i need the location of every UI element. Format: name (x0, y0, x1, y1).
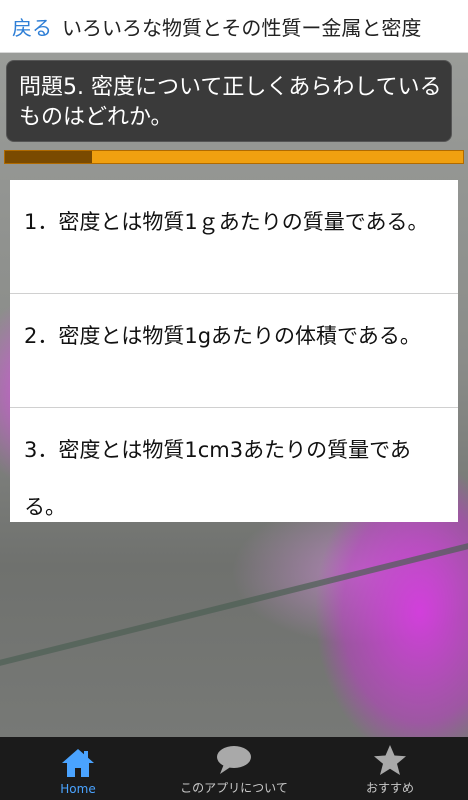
answer-list: 1．密度とは物質1ｇあたりの質量である。 2．密度とは物質1gあたりの体積である… (10, 180, 458, 522)
bottom-nav: Home このアプリについて おすすめ (0, 737, 468, 800)
question-panel: 問題5. 密度について正しくあらわしているものはどれか。 (6, 60, 452, 142)
speech-bubble-icon (217, 746, 251, 774)
answer-option-3[interactable]: 3．密度とは物質1cm3あたりの質量である。 (10, 408, 458, 522)
answer-option-2[interactable]: 2．密度とは物質1gあたりの体積である。 (10, 294, 458, 408)
home-icon (62, 749, 94, 777)
nav-item-about[interactable]: このアプリについて (156, 737, 312, 800)
star-icon (374, 745, 406, 775)
nav-label-home: Home (60, 782, 96, 796)
answer-option-1[interactable]: 1．密度とは物質1ｇあたりの質量である。 (10, 180, 458, 294)
progress-fill (5, 151, 93, 163)
app-header: 戻る いろいろな物質とその性質ー金属と密度 (0, 0, 468, 53)
nav-item-recommend[interactable]: おすすめ (312, 737, 468, 800)
quiz-progress-bar (4, 150, 464, 164)
nav-label-recommend: おすすめ (365, 781, 414, 795)
page-title: いろいろな物質とその性質ー金属と密度 (62, 15, 422, 40)
nav-label-about: このアプリについて (180, 781, 288, 795)
back-button[interactable]: 戻る (0, 12, 62, 41)
nav-item-home[interactable]: Home (0, 737, 156, 800)
question-text: 問題5. 密度について正しくあらわしているものはどれか。 (19, 75, 442, 130)
